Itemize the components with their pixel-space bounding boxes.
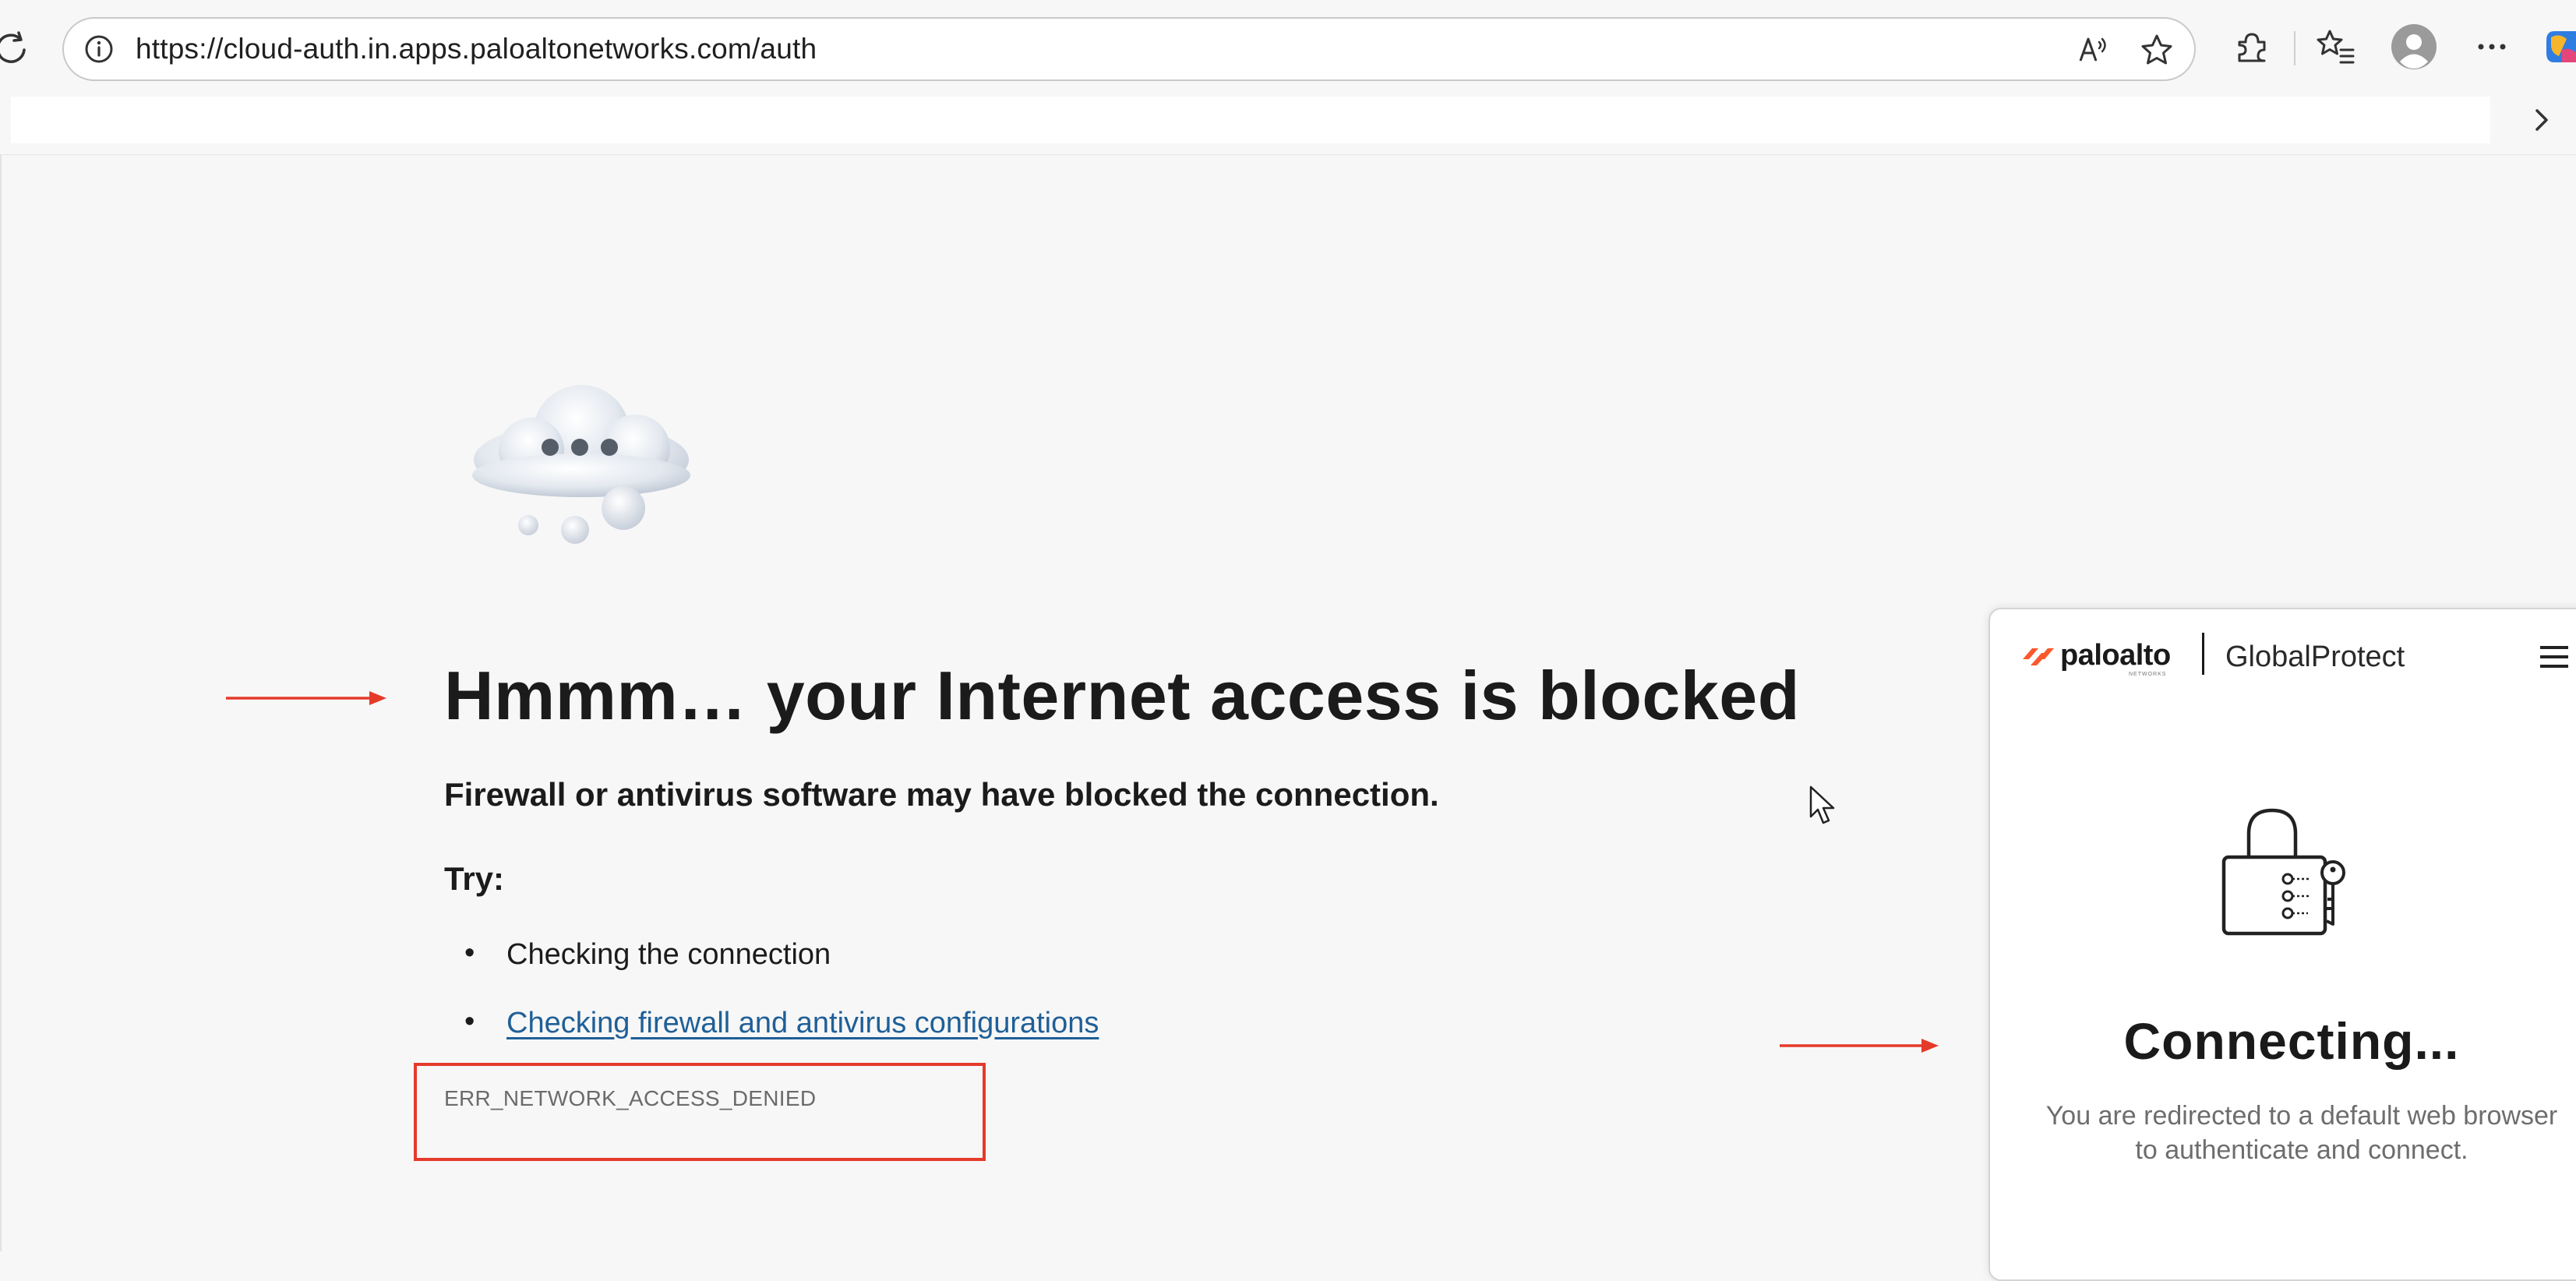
- suggestion-check-connection: Checking the connection: [506, 938, 831, 971]
- page-title: Hmmm… your Internet access is blocked: [444, 657, 1800, 734]
- favorite-star-icon[interactable]: [2138, 31, 2175, 69]
- cloud-ellipsis-icon: [472, 385, 690, 544]
- copilot-icon[interactable]: [2543, 26, 2576, 67]
- url-text[interactable]: https://cloud-auth.in.apps.paloaltonetwo…: [136, 33, 817, 65]
- mouse-cursor-icon: [1809, 785, 1835, 824]
- favorites-bar: [11, 97, 2490, 143]
- paloalto-brand: paloalto: [2060, 639, 2171, 672]
- hamburger-menu-icon[interactable]: [2539, 644, 2570, 670]
- favorites-icon[interactable]: [2316, 26, 2356, 67]
- browser-toolbar: https://cloud-auth.in.apps.paloaltonetwo…: [0, 0, 2576, 95]
- globalprotect-panel: paloalto NETWORKS GlobalProtect Connecti…: [1988, 608, 2576, 1281]
- paloalto-brand-sub: NETWORKS: [2129, 672, 2167, 677]
- reload-icon[interactable]: [0, 26, 33, 70]
- error-code-highlight: [414, 1063, 986, 1161]
- annotation-arrow-globalprotect: [1780, 1039, 1939, 1053]
- toolbar-separator: [2294, 31, 2295, 65]
- try-label: Try:: [444, 860, 505, 897]
- paloalto-logo-icon: [2023, 648, 2054, 665]
- more-menu-icon[interactable]: [2472, 26, 2512, 67]
- status-message: You are redirected to a default web brow…: [2045, 1101, 2558, 1165]
- error-code: ERR_NETWORK_ACCESS_DENIED: [444, 1086, 817, 1110]
- product-name: GlobalProtect: [2225, 640, 2405, 673]
- extensions-icon[interactable]: [2232, 26, 2272, 67]
- site-info-icon[interactable]: [81, 31, 117, 67]
- bullet-icon: •: [464, 1005, 475, 1038]
- lock-with-key-icon: [2221, 808, 2345, 936]
- firewall-antivirus-link[interactable]: Checking firewall and antivirus configur…: [506, 1007, 1099, 1040]
- error-subtitle: Firewall or antivirus software may have …: [444, 776, 1439, 813]
- chevron-right-icon[interactable]: [2525, 103, 2559, 137]
- annotation-arrow-title: [226, 691, 386, 705]
- brand-divider: [2202, 633, 2204, 675]
- bullet-icon: •: [464, 937, 475, 969]
- connection-status: Connecting...: [2123, 1012, 2460, 1070]
- read-aloud-icon[interactable]: [2074, 31, 2112, 69]
- profile-avatar[interactable]: [2391, 23, 2437, 70]
- address-bar[interactable]: https://cloud-auth.in.apps.paloaltonetwo…: [62, 17, 2196, 81]
